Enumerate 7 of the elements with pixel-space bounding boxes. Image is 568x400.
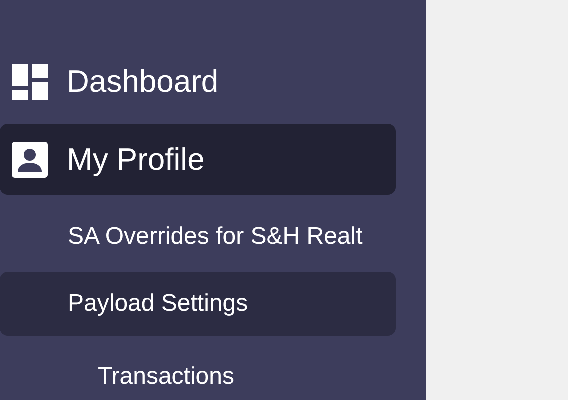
user-icon bbox=[12, 142, 48, 178]
dashboard-icon bbox=[12, 64, 48, 100]
nav-item[interactable]: SA Overrides for S&H Realt bbox=[0, 205, 396, 269]
nav-item[interactable]: Transactions bbox=[0, 345, 396, 400]
nav-item[interactable]: My Profile bbox=[0, 124, 396, 195]
nav-item[interactable]: Payload Settings bbox=[0, 272, 396, 336]
nav-item[interactable]: Dashboard bbox=[0, 46, 396, 117]
